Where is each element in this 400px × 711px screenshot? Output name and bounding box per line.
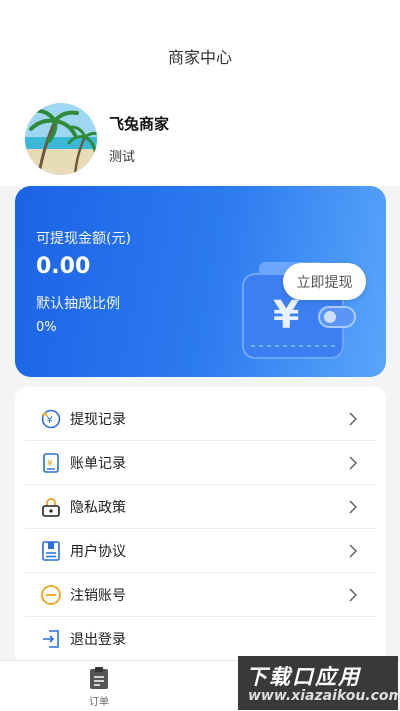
chevron-right-icon [349, 455, 358, 470]
header: 商家中心 [0, 30, 400, 82]
menu-item-logout[interactable]: 退出登录 [25, 617, 376, 661]
menu-item-label: 隐私政策 [70, 499, 126, 516]
tab-label: 订单 [89, 697, 109, 708]
shop-name: 飞兔商家 [109, 115, 170, 133]
shop-subtitle: 测试 [109, 150, 136, 165]
page-title: 商家中心 [167, 48, 232, 67]
watermark-url: www.xiazaikou.com [248, 688, 400, 704]
watermark: 下载口应用 www.xiazaikou.com [238, 656, 400, 710]
menu-item-label: 账单记录 [70, 455, 126, 472]
menu-item-user-agreement[interactable]: 用户协议 [25, 529, 376, 573]
menu-item-delete-account[interactable]: 注销账号 [25, 573, 376, 617]
svg-text:¥: ¥ [47, 459, 53, 469]
rate-value: 0% [36, 320, 57, 335]
chevron-right-icon [349, 499, 358, 514]
bill-icon: ¥ [40, 452, 62, 474]
menu-item-label: 注销账号 [70, 587, 126, 604]
menu-item-withdraw-record[interactable]: ¥ 提现记录 [25, 397, 376, 441]
wallet-card: 可提现金额(元) 0.00 默认抽成比例 0% ¥ 立即提现 [15, 186, 386, 377]
clipboard-icon [90, 667, 108, 689]
withdraw-button[interactable]: 立即提现 [283, 263, 366, 300]
balance-label: 可提现金额(元) [36, 231, 131, 247]
chevron-right-icon [349, 543, 358, 558]
agreement-icon [40, 540, 62, 562]
avatar[interactable] [25, 103, 97, 175]
chevron-right-icon [349, 587, 358, 602]
menu-card: ¥ 提现记录 ¥ 账单记录 隐私政策 用户协议 注销账号 退出登录 [15, 387, 386, 667]
watermark-text: 下载口应用 [246, 665, 361, 689]
svg-text:¥: ¥ [47, 415, 53, 426]
svg-text:¥: ¥ [273, 293, 299, 337]
menu-item-privacy-policy[interactable]: 隐私政策 [25, 485, 376, 529]
minus-circle-icon [40, 584, 62, 606]
tab-orders[interactable]: 订单 [73, 666, 125, 708]
status-bar [0, 0, 400, 30]
beach-image [25, 103, 97, 175]
chevron-right-icon [349, 411, 358, 426]
menu-item-bill-record[interactable]: ¥ 账单记录 [25, 441, 376, 485]
menu-item-label: 退出登录 [70, 632, 126, 648]
profile[interactable]: 飞兔商家 测试 [25, 103, 169, 175]
lock-icon [40, 496, 62, 518]
rate-label: 默认抽成比例 [36, 296, 120, 312]
withdraw-record-icon: ¥ [40, 408, 62, 430]
balance-amount: 0.00 [36, 254, 91, 279]
menu-item-label: 用户协议 [70, 543, 126, 560]
menu-item-label: 提现记录 [70, 411, 126, 428]
logout-icon [40, 628, 62, 650]
